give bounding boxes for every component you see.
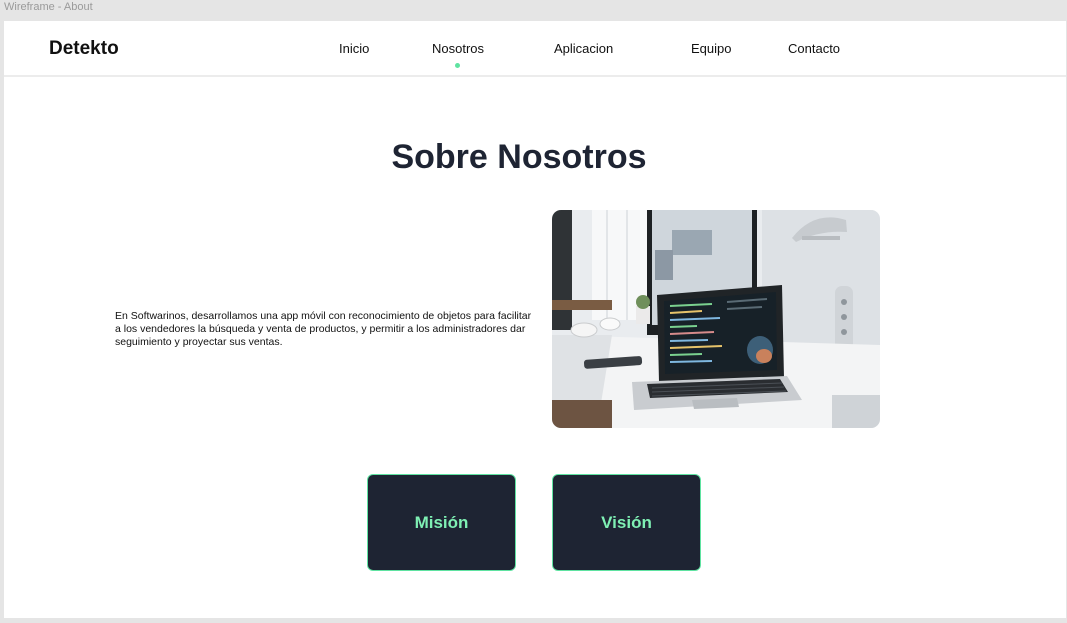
vision-card-label: Visión (601, 512, 652, 532)
mision-card-label: Misión (414, 512, 469, 532)
active-nav-indicator (455, 63, 460, 68)
page-frame: Detekto Inicio Nosotros Aplicacion Equip… (4, 21, 1066, 618)
page-title: Sobre Nosotros (391, 138, 647, 176)
nav-link-equipo[interactable]: Equipo (691, 41, 731, 56)
laptop-desk-photo (552, 210, 880, 428)
about-description: En Softwarinos, desarrollamos una app mó… (115, 310, 532, 348)
mision-card[interactable]: Misión (367, 474, 516, 571)
nav-link-inicio[interactable]: Inicio (339, 41, 369, 56)
nav-link-aplicacion[interactable]: Aplicacion (554, 41, 613, 56)
navbar: Detekto Inicio Nosotros Aplicacion Equip… (4, 21, 1066, 77)
nav-link-nosotros[interactable]: Nosotros (432, 41, 484, 56)
vision-card[interactable]: Visión (552, 474, 701, 571)
nav-link-contacto[interactable]: Contacto (788, 41, 840, 56)
brand-logo[interactable]: Detekto (49, 38, 119, 60)
frame-title: Wireframe - About (4, 1, 93, 13)
